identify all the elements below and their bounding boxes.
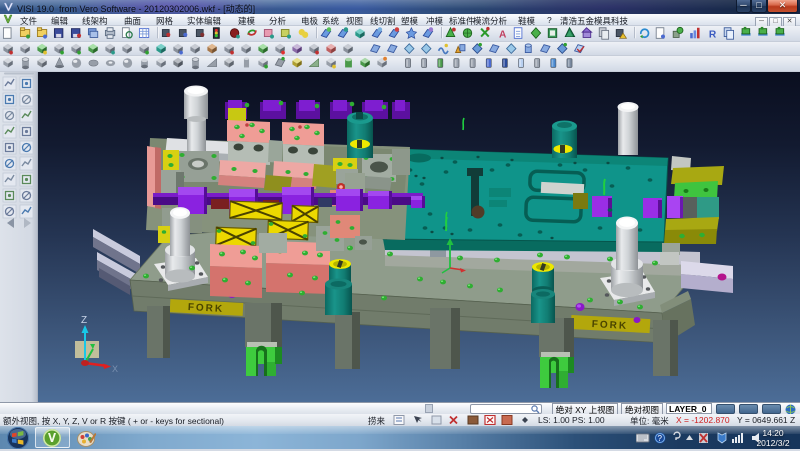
svg-text:FORK: FORK [188,302,225,315]
svg-text:Z: Z [81,315,87,326]
svg-text:FORK: FORK [591,319,628,332]
svg-text:X: X [112,364,118,374]
svg-text:?: ? [658,434,663,443]
svg-text:R: R [709,29,717,40]
svg-text:A: A [499,29,507,40]
